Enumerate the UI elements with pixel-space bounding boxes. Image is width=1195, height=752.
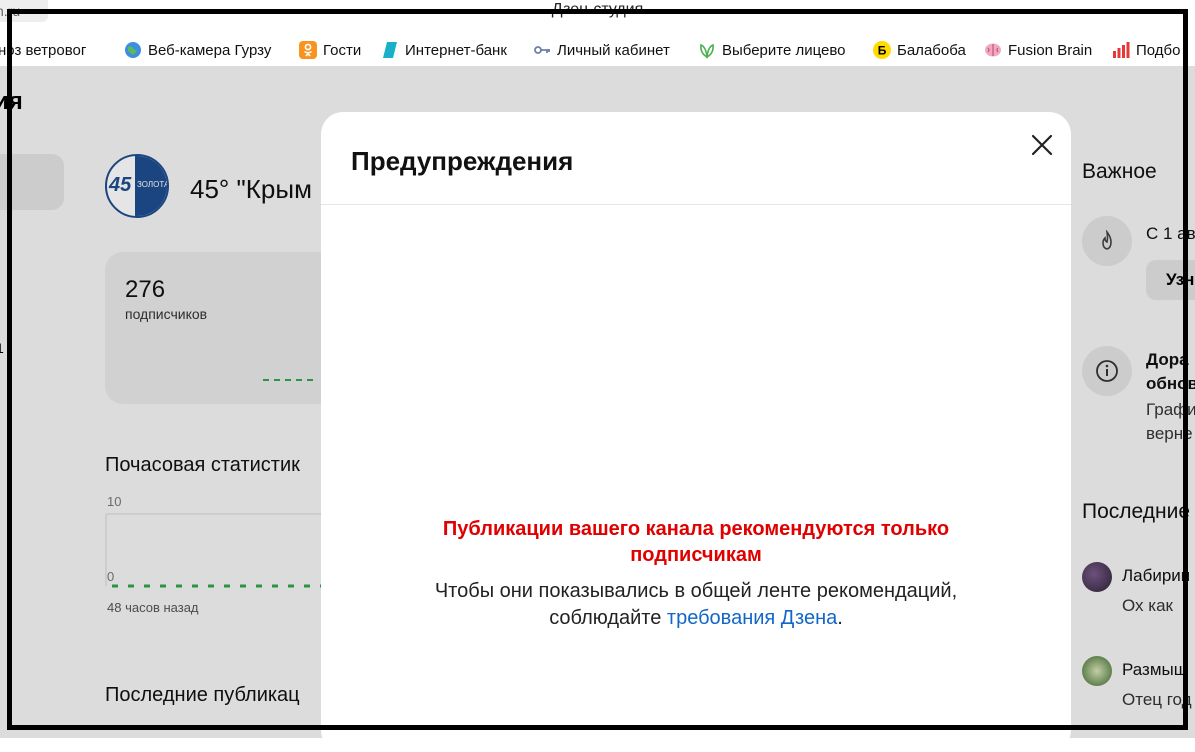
warning-text-before-link: соблюдайте xyxy=(549,607,667,629)
bookmark-internet-bank[interactable]: Интернет-банк xyxy=(381,36,507,64)
bookmark-label: Гости xyxy=(323,41,362,59)
bookmark-podbor[interactable]: Подбо xyxy=(1112,36,1180,64)
key-icon xyxy=(534,46,550,54)
requirements-link[interactable]: требования Дзена xyxy=(667,607,837,629)
warning-text-line1: Чтобы они показывались в общей ленте рек… xyxy=(434,580,958,602)
warning-title: Публикации вашего канала рекомендуются т… xyxy=(442,518,950,566)
bookmark-personal-account[interactable]: Личный кабинет xyxy=(533,36,670,64)
bookmark-choose-account[interactable]: Выберите лицево xyxy=(698,36,846,64)
svg-text:Б: Б xyxy=(878,44,887,58)
odnoklassniki-icon xyxy=(299,41,317,59)
warnings-modal: Предупреждения Публикации вашего канала … xyxy=(321,112,1071,752)
bank-icon xyxy=(383,42,397,58)
warning-text: Чтобы они показывались в общей ленте рек… xyxy=(361,578,1031,632)
leaf-icon xyxy=(700,43,714,59)
bookmark-label: Личный кабинет xyxy=(557,41,670,59)
bookmark-label: Выберите лицево xyxy=(722,41,846,59)
brain-icon xyxy=(985,43,1001,57)
browser-titlebar: n.ru Дзен-студия xyxy=(0,0,1195,22)
balaboba-icon: Б xyxy=(873,41,891,59)
bookmark-label: Подбо xyxy=(1136,41,1181,59)
close-icon[interactable] xyxy=(1027,130,1057,160)
modal-title: Предупреждения xyxy=(351,146,574,176)
bookmark-fusion-brain[interactable]: Fusion Brain xyxy=(984,36,1092,64)
bookmark-label: Веб-камера Гурзу xyxy=(148,41,272,59)
bookmark-label: Fusion Brain xyxy=(1008,41,1093,59)
bookmark-label: Балабоба xyxy=(897,41,966,59)
window-title: Дзен-студия xyxy=(551,1,644,18)
bookmark-label: Интернет-банк xyxy=(405,41,507,59)
bookmark-guests[interactable]: Гости xyxy=(299,36,361,64)
bookmarks-bar: ноз ветровог Веб-камера Гурзу Гости Инте… xyxy=(0,36,1195,64)
modal-divider xyxy=(321,204,1071,205)
bookmark-webcam[interactable]: Веб-камера Гурзу xyxy=(124,36,271,64)
globe-icon xyxy=(125,42,141,58)
bookmark-label: ноз ветровог xyxy=(0,41,87,59)
bookmark-balaboba[interactable]: Б Балабоба xyxy=(873,36,966,64)
bar-chart-icon xyxy=(1113,42,1130,58)
warning-text-after-link: . xyxy=(837,607,843,629)
bookmark-weather[interactable]: ноз ветровог xyxy=(0,36,86,64)
